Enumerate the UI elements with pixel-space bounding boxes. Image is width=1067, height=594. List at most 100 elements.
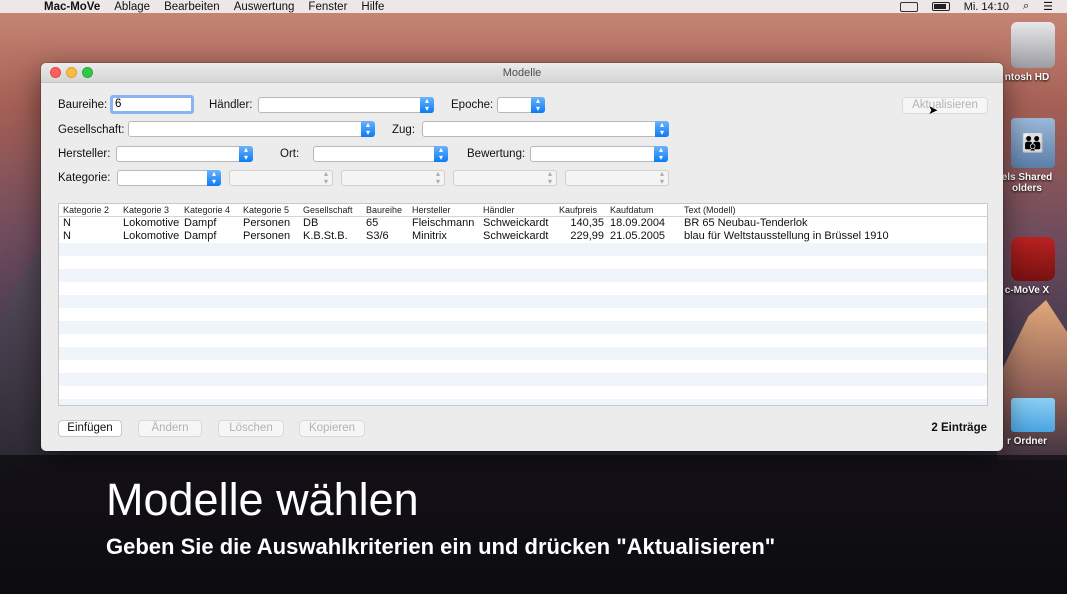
notification-center-icon[interactable]: ☰ [1043, 0, 1053, 13]
aktualisieren-button[interactable]: Aktualisieren [902, 97, 988, 114]
epoche-label: Epoche: [451, 99, 494, 111]
caption-title: Modelle wählen [106, 474, 419, 525]
cell-kaufpreis: 229,99 [570, 230, 604, 242]
col-header-kategorie5[interactable]: Kategorie 5 [243, 204, 289, 217]
menu-extras: Mi. 14:10 ⌕ ☰ [899, 0, 1053, 13]
ort-combo[interactable]: ▴ ▾ [313, 146, 448, 162]
empty-row [59, 321, 987, 334]
combo-arrows-icon[interactable]: ▴ ▾ [420, 97, 434, 113]
bewertung-combo[interactable]: ▴ ▾ [530, 146, 668, 162]
col-header-text-modell[interactable]: Text (Modell) [684, 204, 736, 217]
cell-kategorie5: Personen [243, 230, 291, 242]
combo-arrows-icon: ▴ ▾ [547, 169, 552, 186]
table-row[interactable]: N Lokomotive Dampf Personen DB 65 Fleisc… [59, 217, 987, 230]
cell-baureihe: S3/6 [366, 230, 389, 242]
window-title: Modelle [502, 67, 542, 79]
combo-arrows-icon[interactable]: ▴ ▾ [239, 146, 253, 162]
baureihe-field[interactable]: 6 [110, 95, 194, 114]
gesellschaft-label: Gesellschaft: [58, 124, 125, 136]
cell-kategorie2: N [63, 217, 71, 229]
einfuegen-button[interactable]: Einfügen [58, 420, 122, 437]
models-table[interactable]: Kategorie 2 Kategorie 3 Kategorie 4 Kate… [58, 203, 988, 406]
empty-row [59, 269, 987, 282]
kategorie-combo-5[interactable]: ▴ ▾ [565, 170, 669, 186]
kopieren-button[interactable]: Kopieren [299, 420, 365, 437]
combo-arrows-icon[interactable]: ▴ ▾ [361, 121, 375, 137]
menu-bar: Mac-MoVe Ablage Bearbeiten Auswertung Fe… [0, 0, 1067, 13]
ort-label: Ort: [280, 148, 300, 160]
col-header-haendler[interactable]: Händler [483, 204, 515, 217]
cell-kaufpreis: 140,35 [570, 217, 604, 229]
loeschen-button[interactable]: Löschen [218, 420, 284, 437]
cell-text-modell: BR 65 Neubau-Tenderlok [684, 217, 808, 229]
zoom-button[interactable] [82, 67, 93, 78]
menu-app-name[interactable]: Mac-MoVe [44, 1, 100, 13]
menu-clock[interactable]: Mi. 14:10 [964, 1, 1009, 13]
cell-kaufdatum: 21.05.2005 [610, 230, 666, 242]
combo-arrows-icon[interactable]: ▴ ▾ [207, 170, 221, 186]
combo-arrows-icon: ▴ ▾ [435, 169, 440, 186]
kategorie-combo-4[interactable]: ▴ ▾ [453, 170, 557, 186]
haendler-combo[interactable]: ▴ ▾ [258, 97, 434, 113]
zug-combo[interactable]: ▴ ▾ [422, 121, 669, 137]
col-header-kategorie2[interactable]: Kategorie 2 [63, 204, 109, 217]
haendler-label: Händler: [209, 99, 253, 111]
menu-hilfe[interactable]: Hilfe [361, 1, 384, 13]
folder-icon [1011, 398, 1055, 432]
menu-bearbeiten[interactable]: Bearbeiten [164, 1, 220, 13]
hersteller-label: Hersteller: [58, 148, 111, 160]
kategorie-combo-2[interactable]: ▴ ▾ [229, 170, 333, 186]
table-row[interactable]: N Lokomotive Dampf Personen K.B.St.B. S3… [59, 230, 987, 243]
empty-row [59, 399, 987, 405]
cell-gesellschaft: K.B.St.B. [303, 230, 348, 242]
combo-arrows-icon[interactable]: ▴ ▾ [531, 97, 545, 113]
empty-row [59, 295, 987, 308]
gesellschaft-combo[interactable]: ▴ ▾ [128, 121, 375, 137]
window-titlebar[interactable]: Modelle [41, 63, 1003, 83]
airplay-icon[interactable] [899, 1, 918, 12]
cell-kategorie3: Lokomotive [123, 230, 180, 242]
minimize-button[interactable] [66, 67, 77, 78]
zug-label: Zug: [392, 124, 416, 136]
col-header-kaufpreis[interactable]: Kaufpreis [559, 204, 597, 217]
combo-arrows-icon[interactable]: ▴ ▾ [434, 146, 448, 162]
epoche-combo[interactable]: ▴ ▾ [497, 97, 545, 113]
aendern-button[interactable]: Ändern [138, 420, 202, 437]
col-header-kategorie4[interactable]: Kategorie 4 [184, 204, 230, 217]
kategorie-label: Kategorie: [58, 172, 111, 184]
cell-hersteller: Fleischmann [412, 217, 475, 229]
kategorie-combo-1[interactable]: ▴ ▾ [117, 170, 221, 186]
empty-row [59, 373, 987, 386]
empty-row [59, 243, 987, 256]
combo-arrows-icon[interactable]: ▴ ▾ [655, 121, 669, 137]
spotlight-search-icon[interactable]: ⌕ [1023, 0, 1029, 13]
shared-folder-icon: 👪 [1011, 118, 1055, 168]
hersteller-combo[interactable]: ▴ ▾ [116, 146, 253, 162]
col-header-kategorie3[interactable]: Kategorie 3 [123, 204, 169, 217]
combo-arrows-icon[interactable]: ▴ ▾ [654, 146, 668, 162]
cell-gesellschaft: DB [303, 217, 319, 229]
menu-fenster[interactable]: Fenster [308, 1, 347, 13]
mouse-cursor-icon: ➤ [928, 103, 939, 117]
combo-arrows-icon: ▴ ▾ [659, 169, 664, 186]
caption-subtitle: Geben Sie die Auswahlkriterien ein und d… [106, 534, 776, 559]
modelle-window: Modelle Baureihe: 6 Händler: ▴ ▾ Epoche: … [41, 63, 1003, 451]
kategorie-combo-3[interactable]: ▴ ▾ [341, 170, 445, 186]
close-button[interactable] [50, 67, 61, 78]
col-header-kaufdatum[interactable]: Kaufdatum [610, 204, 654, 217]
cell-kategorie2: N [63, 230, 71, 242]
combo-arrows-icon: ▴ ▾ [323, 169, 328, 186]
col-header-hersteller[interactable]: Hersteller [412, 204, 451, 217]
bewertung-label: Bewertung: [467, 148, 526, 160]
cell-hersteller: Minitrix [412, 230, 447, 242]
col-header-baureihe[interactable]: Baureihe [366, 204, 402, 217]
menu-ablage[interactable]: Ablage [114, 1, 150, 13]
app-icon [1011, 237, 1055, 281]
menu-auswertung[interactable]: Auswertung [234, 1, 295, 13]
cell-kaufdatum: 18.09.2004 [610, 217, 666, 229]
battery-icon[interactable] [931, 2, 950, 11]
cell-kategorie5: Personen [243, 217, 291, 229]
col-header-gesellschaft[interactable]: Gesellschaft [303, 204, 353, 217]
baureihe-label: Baureihe: [58, 99, 108, 111]
cell-kategorie4: Dampf [184, 217, 217, 229]
